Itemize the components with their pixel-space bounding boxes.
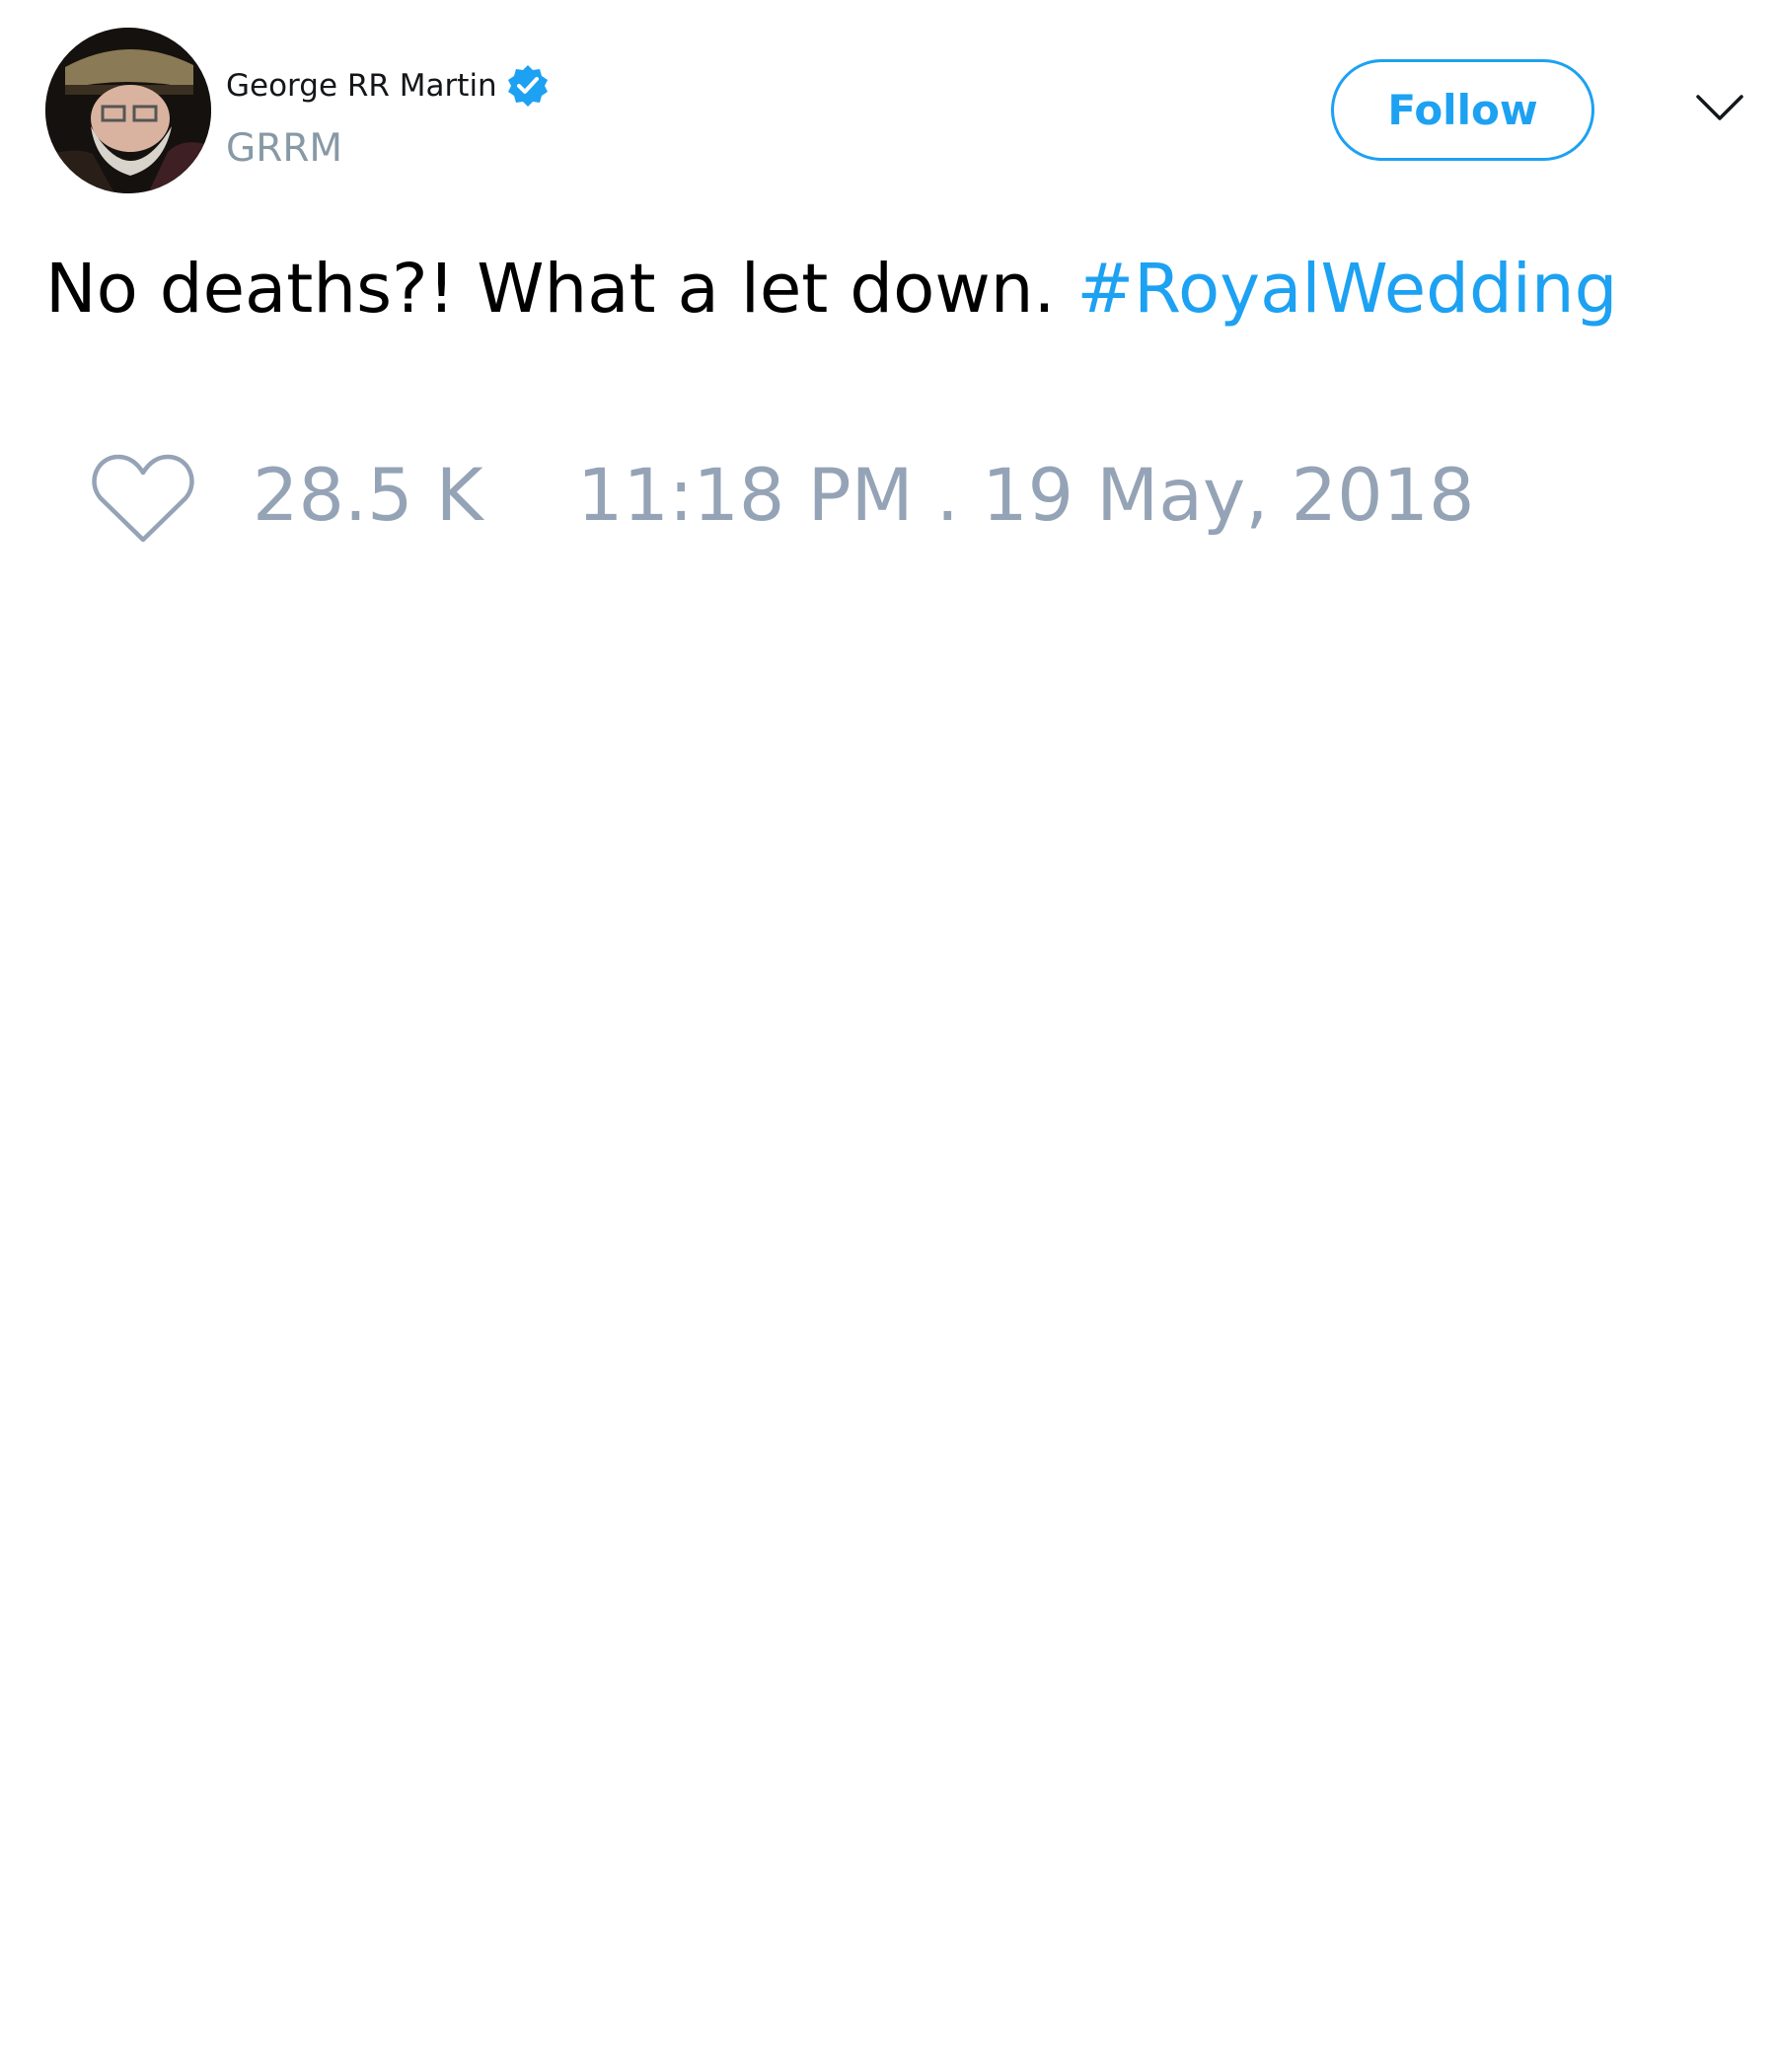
tweet-text: No deaths?! What a let down. #RoyalWeddi… [45, 245, 1617, 333]
author-handle[interactable]: GRRM [226, 126, 342, 171]
tweet-body: No deaths?! What a let down. [45, 250, 1056, 329]
follow-button[interactable]: Follow [1331, 59, 1594, 161]
hashtag-link[interactable]: #RoyalWedding [1076, 250, 1617, 329]
author-name-row: George RR Martin [226, 61, 551, 111]
chevron-down-icon[interactable] [1695, 89, 1744, 128]
tweet-timestamp[interactable]: 11:18 PM . 19 May, 2018 [577, 452, 1474, 541]
verified-badge-icon [505, 63, 551, 109]
display-name[interactable]: George RR Martin [226, 68, 497, 104]
avatar-photo [45, 28, 211, 193]
avatar[interactable] [45, 28, 211, 193]
like-count: 28.5 K [253, 454, 483, 538]
heart-icon[interactable] [89, 449, 197, 548]
